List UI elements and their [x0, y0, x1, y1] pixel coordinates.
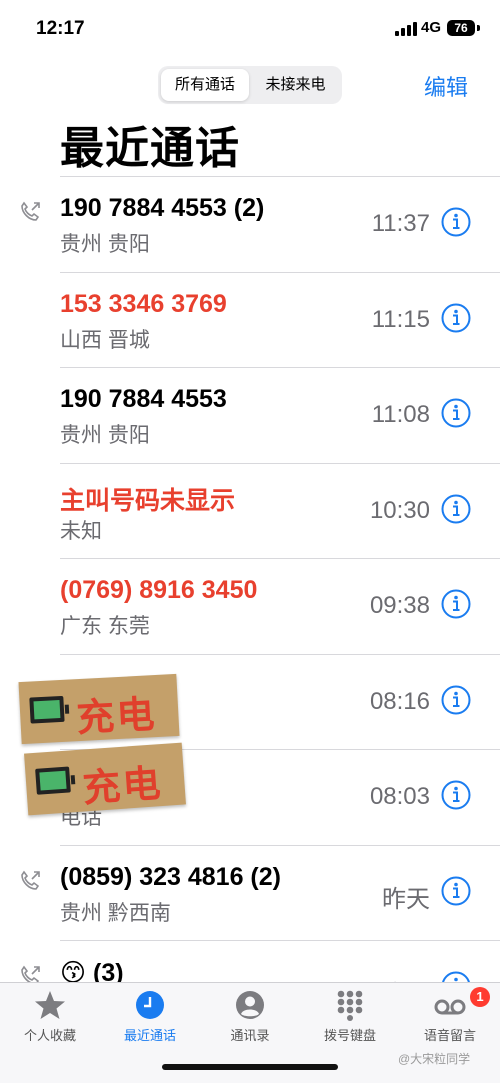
- voicemail-icon: [434, 999, 466, 1015]
- charging-sticker: 充电: [24, 742, 186, 816]
- caller-number: 主叫号码未显示: [60, 486, 236, 515]
- caller-location: 山西 晋城: [60, 328, 150, 352]
- call-row[interactable]: 153 3346 3769 山西 晋城 11:15: [0, 271, 500, 368]
- call-time: 11:08: [371, 401, 430, 428]
- row-divider: [60, 367, 500, 368]
- status-time: 12:17: [36, 18, 85, 39]
- call-row[interactable]: 主叫号码未显示 未知 10:30: [0, 462, 500, 559]
- page-title: 最近通话: [60, 124, 240, 173]
- caller-location: 贵州 黔西南: [60, 901, 171, 925]
- info-icon[interactable]: [441, 589, 471, 619]
- tab-favorites[interactable]: 个人收藏: [0, 983, 100, 1053]
- caller-location: 贵州 贵阳: [60, 424, 150, 447]
- tab-label: 通讯录: [230, 1028, 270, 1043]
- call-time: 08:03: [369, 783, 430, 810]
- recent-calls-list: 190 7884 4553 (2) 贵州 贵阳 11:37 153 3346 3…: [0, 176, 500, 1036]
- tab-label: 拨号键盘: [323, 1028, 376, 1043]
- info-icon[interactable]: [441, 303, 471, 333]
- info-icon[interactable]: [441, 494, 471, 524]
- call-row[interactable]: (0859) 323 4816 (2) 贵州 黔西南 昨天: [0, 844, 500, 941]
- row-divider: [60, 176, 500, 177]
- segment-missed-calls[interactable]: 未接来电: [252, 69, 339, 101]
- tab-label: 语音留言: [423, 1028, 476, 1043]
- caller-location: 广东 东莞: [60, 615, 150, 638]
- tab-recents[interactable]: 最近通话: [100, 983, 200, 1053]
- keypad-icon: [337, 990, 363, 1021]
- charging-sticker: 充电: [18, 673, 180, 745]
- call-row[interactable]: 190 7884 4553 (2) 贵州 贵阳 11:37: [0, 176, 500, 272]
- row-divider: [60, 844, 500, 846]
- battery-icon: [29, 695, 65, 724]
- star-icon: [35, 991, 65, 1019]
- info-icon[interactable]: [441, 685, 471, 715]
- battery-icon: [35, 766, 71, 795]
- call-time: 11:37: [371, 210, 430, 237]
- sticker-text: 充电: [81, 763, 164, 811]
- info-icon[interactable]: [441, 876, 471, 906]
- segment-all-calls[interactable]: 所有通话: [161, 69, 249, 101]
- caller-location: 贵州 贵阳: [60, 233, 150, 256]
- battery-icon: 76: [447, 20, 475, 36]
- call-row[interactable]: (0769) 8916 3450 广东 东莞 09:38: [0, 558, 500, 654]
- outgoing-call-icon: [21, 201, 40, 221]
- tab-label: 最近通话: [123, 1028, 176, 1043]
- call-time: 08:16: [369, 687, 430, 715]
- caller-location: 未知: [60, 519, 102, 543]
- network-type: 4G: [421, 19, 442, 36]
- tab-label: 个人收藏: [23, 1028, 76, 1043]
- row-divider: [60, 462, 500, 464]
- call-time: 11:15: [371, 305, 430, 333]
- row-divider: [60, 271, 500, 273]
- row-divider: [60, 940, 500, 941]
- battery-tip: [477, 25, 480, 31]
- contact-icon: [236, 991, 264, 1019]
- info-icon[interactable]: [441, 780, 471, 810]
- call-time: 昨天: [382, 885, 430, 913]
- row-divider: [60, 558, 500, 559]
- call-time: 10:30: [369, 496, 430, 524]
- tab-keypad[interactable]: 拨号键盘: [300, 983, 400, 1053]
- status-bar: 12:17 4G 76: [0, 0, 500, 56]
- sticker-text: 充电: [75, 694, 158, 741]
- cellular-signal-icon: [395, 22, 417, 36]
- call-row[interactable]: 190 7884 4553 贵州 贵阳 11:08: [0, 367, 500, 463]
- call-time: 09:38: [369, 592, 430, 619]
- edit-button[interactable]: 编辑: [424, 70, 468, 102]
- tab-contacts[interactable]: 通讯录: [200, 983, 300, 1053]
- caller-number: 153 3346 3769: [60, 289, 227, 318]
- voicemail-badge: 1: [470, 987, 490, 1007]
- info-icon[interactable]: [441, 207, 471, 237]
- home-indicator[interactable]: [162, 1064, 338, 1070]
- watermark: @大宋粒同学: [398, 1052, 471, 1066]
- outgoing-call-icon: [21, 870, 40, 890]
- row-divider: [60, 653, 500, 655]
- call-filter-segment: 所有通话 未接来电: [158, 66, 342, 104]
- info-icon[interactable]: [441, 398, 471, 428]
- clock-icon: [136, 991, 164, 1019]
- caller-number: (0769) 8916 3450: [60, 576, 258, 604]
- caller-number: 190 7884 4553: [60, 385, 227, 413]
- caller-number: 190 7884 4553 (2): [60, 194, 265, 222]
- caller-number: (0859) 323 4816 (2): [60, 862, 281, 891]
